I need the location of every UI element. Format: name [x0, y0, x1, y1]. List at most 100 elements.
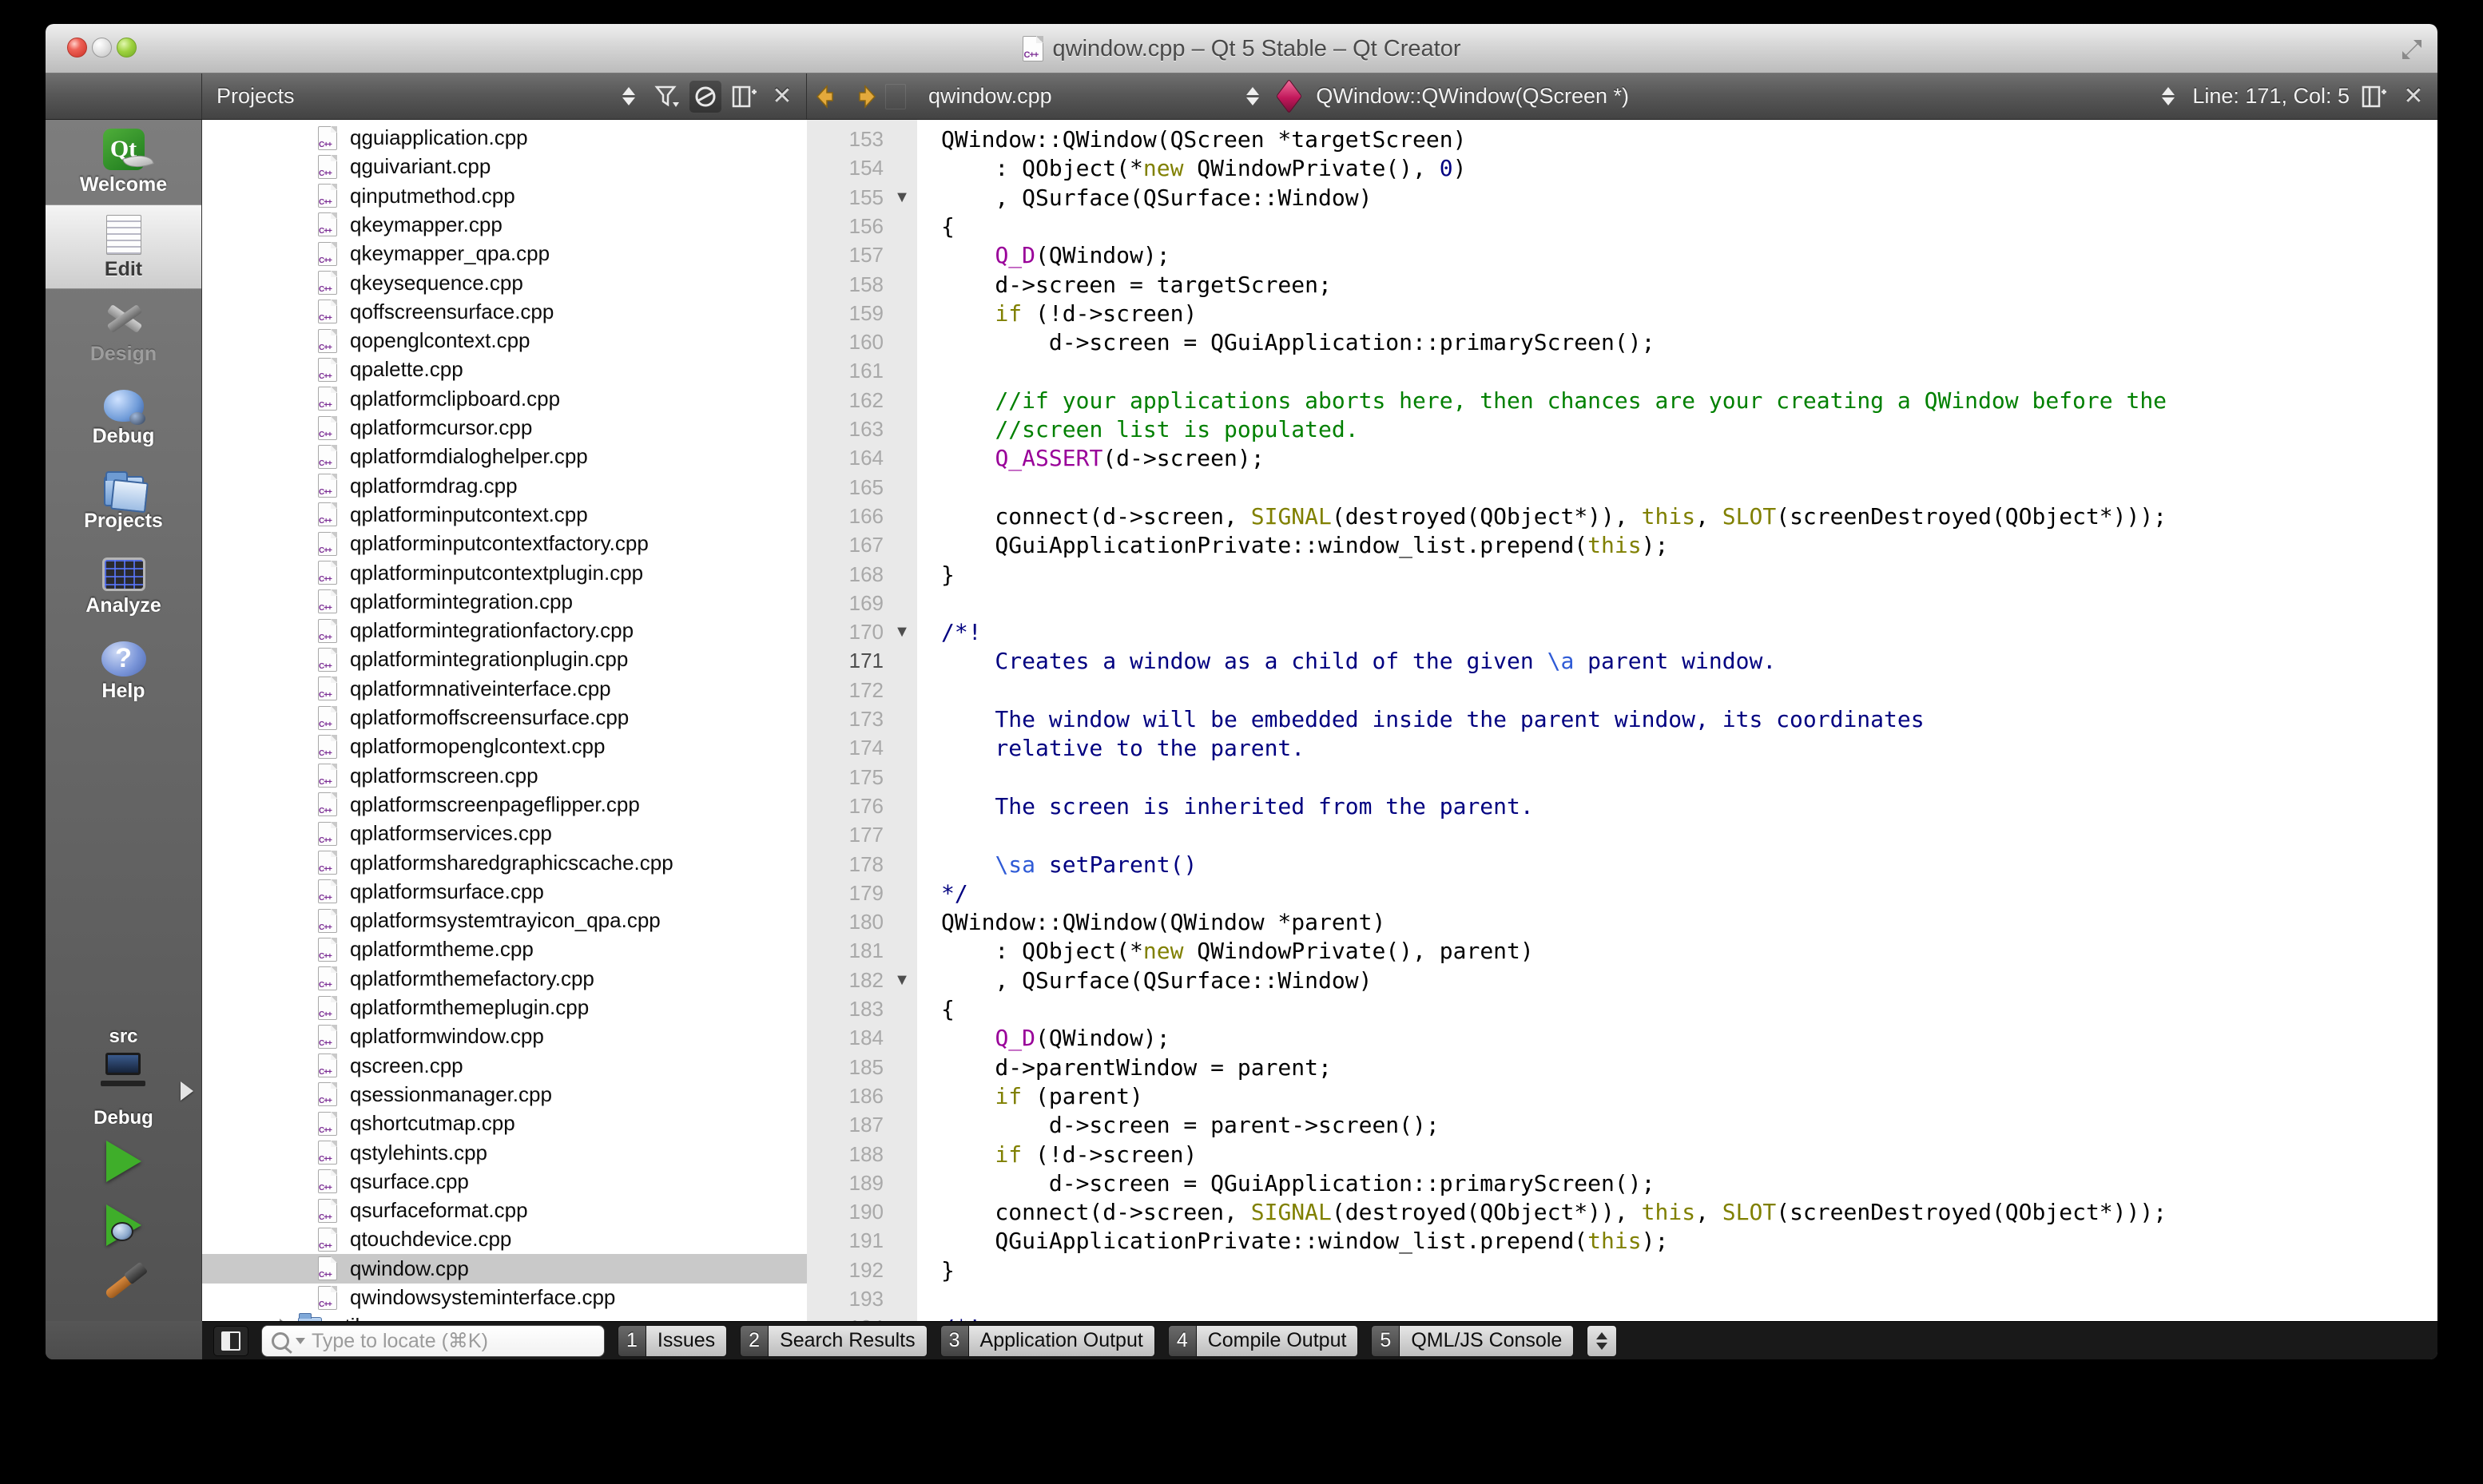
- line-number[interactable]: 158: [807, 270, 884, 300]
- line-number[interactable]: 189: [807, 1169, 884, 1198]
- file-tree-item[interactable]: qopenglcontext.cpp: [202, 326, 807, 355]
- mode-button-analyze[interactable]: Analyze: [46, 543, 201, 628]
- file-tree-item[interactable]: qscreen.cpp: [202, 1051, 807, 1081]
- fold-marker-icon[interactable]: ▼: [890, 966, 914, 995]
- line-number[interactable]: 160: [807, 327, 884, 357]
- folder-tree-item[interactable]: util: [202, 1311, 807, 1321]
- output-pane-button-issues[interactable]: 1 Issues: [618, 1324, 728, 1357]
- line-number[interactable]: 180: [807, 907, 884, 937]
- close-editor-icon[interactable]: ✕: [2398, 81, 2429, 113]
- line-number[interactable]: 176: [807, 792, 884, 821]
- file-tree-item[interactable]: qplatformthemefactory.cpp: [202, 964, 807, 994]
- build-hammer-icon[interactable]: [100, 1265, 148, 1310]
- line-number[interactable]: 168: [807, 560, 884, 589]
- line-number[interactable]: 169: [807, 589, 884, 618]
- file-tree-item[interactable]: qplatformservices.cpp: [202, 819, 807, 848]
- line-number[interactable]: 157: [807, 240, 884, 270]
- file-tree-item[interactable]: qplatforminputcontextplugin.cpp: [202, 558, 807, 588]
- toggle-sidebar-icon[interactable]: [213, 1325, 248, 1356]
- file-spinner-icon[interactable]: [1237, 81, 1269, 113]
- file-tree-item[interactable]: qplatformintegration.cpp: [202, 587, 807, 617]
- file-tree-item[interactable]: qplatformscreenpageflipper.cpp: [202, 790, 807, 819]
- open-file-name[interactable]: qwindow.cpp: [928, 84, 1052, 109]
- line-number[interactable]: 167: [807, 530, 884, 560]
- symbol-dropdown[interactable]: QWindow::QWindow(QScreen *): [1316, 84, 1629, 109]
- back-arrow-icon[interactable]: [815, 84, 842, 109]
- file-tree-item[interactable]: qsessionmanager.cpp: [202, 1080, 807, 1109]
- file-tree-item[interactable]: qplatformthemeplugin.cpp: [202, 993, 807, 1022]
- file-tree-item[interactable]: qplatforminputcontextfactory.cpp: [202, 529, 807, 558]
- mode-button-help[interactable]: ? Help: [46, 628, 201, 712]
- line-number[interactable]: 186: [807, 1081, 884, 1111]
- line-number[interactable]: 156: [807, 212, 884, 241]
- file-tree-item[interactable]: qshortcutmap.cpp: [202, 1109, 807, 1138]
- line-number[interactable]: 154: [807, 153, 884, 183]
- expand-arrow-icon[interactable]: [181, 1081, 193, 1101]
- line-number[interactable]: 173: [807, 704, 884, 734]
- file-tree-item[interactable]: qwindow.cpp: [202, 1253, 807, 1284]
- line-number[interactable]: 191: [807, 1226, 884, 1256]
- file-tree-item[interactable]: qplatformtheme.cpp: [202, 934, 807, 964]
- mode-button-edit[interactable]: Edit: [46, 204, 201, 289]
- line-number[interactable]: 153: [807, 125, 884, 154]
- file-tree-item[interactable]: qplatformopenglcontext.cpp: [202, 732, 807, 761]
- code-area[interactable]: QWindow::QWindow(QScreen *targetScreen) …: [917, 120, 2437, 1321]
- panel-selector-spinner-icon[interactable]: [613, 81, 645, 113]
- file-tree-item[interactable]: qkeymapper.cpp: [202, 210, 807, 240]
- line-number[interactable]: 170: [807, 617, 884, 647]
- file-tree-item[interactable]: qplatformsurface.cpp: [202, 877, 807, 907]
- line-number[interactable]: 163: [807, 415, 884, 444]
- line-number[interactable]: 188: [807, 1140, 884, 1169]
- line-number[interactable]: 177: [807, 820, 884, 850]
- file-tree-item[interactable]: qplatforminputcontext.cpp: [202, 500, 807, 530]
- titlebar[interactable]: qwindow.cpp – Qt 5 Stable – Qt Creator: [46, 24, 2437, 73]
- mode-button-debug[interactable]: Debug: [46, 374, 201, 458]
- filter-funnel-icon[interactable]: [651, 81, 683, 113]
- line-number[interactable]: 178: [807, 850, 884, 879]
- output-pane-stepper[interactable]: [1587, 1324, 1618, 1357]
- mode-button-welcome[interactable]: Qt Welcome: [46, 120, 201, 204]
- line-number[interactable]: 162: [807, 386, 884, 415]
- file-tree-item[interactable]: qoffscreensurface.cpp: [202, 297, 807, 327]
- file-tree-item[interactable]: qpalette.cpp: [202, 355, 807, 384]
- run-icon[interactable]: [105, 1141, 141, 1182]
- output-pane-button-search-results[interactable]: 2 Search Results: [740, 1324, 928, 1357]
- line-number[interactable]: 187: [807, 1110, 884, 1140]
- file-tree-item[interactable]: qplatformclipboard.cpp: [202, 384, 807, 414]
- file-tree-item[interactable]: qplatformintegrationplugin.cpp: [202, 645, 807, 674]
- file-tree-item[interactable]: qplatformsystemtrayicon_qpa.cpp: [202, 906, 807, 935]
- split-add-icon[interactable]: [728, 81, 760, 113]
- code-editor[interactable]: 153 154 155 ▼ 156 157 158 159 160 161 162 163 164 165…: [807, 120, 2437, 1321]
- line-number[interactable]: 175: [807, 763, 884, 792]
- file-tree-item[interactable]: qguivariant.cpp: [202, 152, 807, 181]
- line-number[interactable]: 194: [807, 1313, 884, 1321]
- line-number[interactable]: 165: [807, 473, 884, 502]
- file-tree-item[interactable]: qsurfaceformat.cpp: [202, 1196, 807, 1225]
- line-number[interactable]: 164: [807, 443, 884, 473]
- file-tree-item[interactable]: qplatformnativeinterface.cpp: [202, 674, 807, 704]
- output-pane-button-compile-output[interactable]: 4 Compile Output: [1167, 1324, 1359, 1357]
- file-tree-item[interactable]: qkeysequence.cpp: [202, 268, 807, 298]
- line-number[interactable]: 184: [807, 1023, 884, 1053]
- run-debug-icon[interactable]: [105, 1204, 141, 1246]
- line-number[interactable]: 166: [807, 502, 884, 531]
- line-number[interactable]: 171: [807, 646, 884, 676]
- file-tree-item[interactable]: qplatformscreen.cpp: [202, 761, 807, 791]
- file-tree-item[interactable]: qsurface.cpp: [202, 1167, 807, 1196]
- line-number[interactable]: 182: [807, 966, 884, 995]
- file-tree-item[interactable]: qwindowsysteminterface.cpp: [202, 1283, 807, 1312]
- line-number[interactable]: 183: [807, 994, 884, 1024]
- fold-marker-icon[interactable]: ▼: [890, 183, 914, 212]
- file-tree-item[interactable]: qplatformintegrationfactory.cpp: [202, 616, 807, 645]
- close-panel-icon[interactable]: ✕: [766, 81, 798, 113]
- file-tree-item[interactable]: qplatformdrag.cpp: [202, 471, 807, 501]
- line-number[interactable]: 190: [807, 1197, 884, 1227]
- line-number[interactable]: 155: [807, 183, 884, 212]
- editor-split-add-icon[interactable]: [2358, 81, 2390, 113]
- line-number[interactable]: 185: [807, 1053, 884, 1082]
- file-tree-item[interactable]: qkeymapper_qpa.cpp: [202, 239, 807, 268]
- target-computer-icon[interactable]: [105, 1053, 141, 1075]
- line-number[interactable]: 181: [807, 936, 884, 966]
- output-pane-button-application-output[interactable]: 3 Application Output: [940, 1324, 1155, 1357]
- line-number[interactable]: 161: [807, 356, 884, 386]
